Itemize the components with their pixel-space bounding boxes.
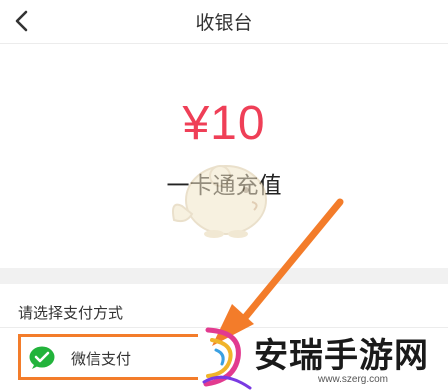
nav-bar: 收银台 bbox=[0, 0, 448, 44]
amount-value: ¥10 bbox=[182, 97, 266, 150]
mascot-image bbox=[172, 165, 267, 238]
watermark-logo-icon bbox=[202, 327, 252, 390]
wechat-icon bbox=[29, 346, 55, 369]
section-divider bbox=[0, 268, 448, 284]
page-title: 收银台 bbox=[195, 12, 253, 34]
wechat-pay-option[interactable]: 微信支付 bbox=[18, 334, 198, 380]
payment-method-title: 请选择支付方式 bbox=[18, 304, 124, 322]
wechat-pay-label: 微信支付 bbox=[71, 350, 132, 368]
watermark-text: 安瑞手游网 bbox=[254, 336, 429, 376]
watermark-url: www.szerg.com bbox=[318, 374, 389, 385]
watermark: 安瑞手游网 www.szerg.com bbox=[198, 322, 448, 392]
